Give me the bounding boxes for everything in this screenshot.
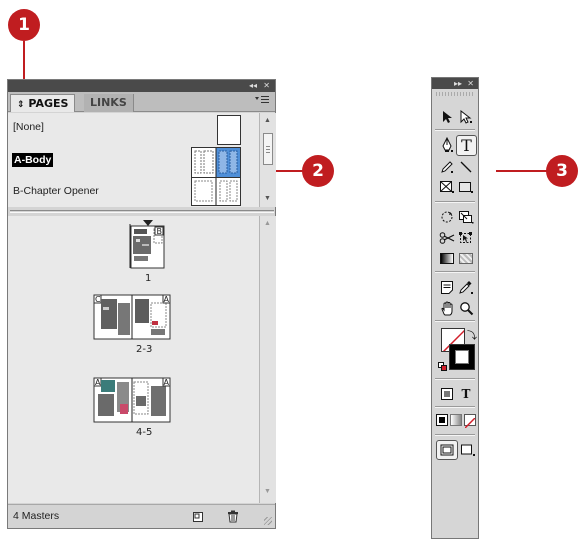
scale-tool-icon[interactable] — [456, 207, 476, 227]
separator — [435, 201, 475, 203]
separator — [435, 406, 475, 408]
pen-tool-icon[interactable] — [437, 135, 457, 155]
separator — [435, 378, 475, 380]
formatting-text-icon[interactable]: T — [456, 384, 476, 404]
tab-links-label: LINKS — [90, 96, 127, 109]
apply-color-icon[interactable] — [436, 414, 448, 426]
close-icon[interactable]: ✕ — [263, 80, 270, 92]
page-1-master-letter: B — [157, 227, 163, 236]
resize-grip-icon[interactable] — [264, 517, 272, 525]
master-b-chapter-opener[interactable]: B-Chapter Opener — [8, 177, 259, 207]
section-divider[interactable] — [10, 210, 274, 213]
masters-section: [None] A-Body B-Chapter Opener — [8, 113, 259, 207]
note-tool-icon[interactable] — [437, 277, 457, 297]
new-page-icon[interactable] — [192, 510, 204, 522]
callout-3: 3 — [546, 155, 578, 187]
default-colors-icon[interactable] — [438, 362, 447, 371]
tab-pages-label: PAGES — [28, 97, 69, 110]
type-tool-glyph: T — [461, 136, 472, 155]
scroll-down-icon[interactable]: ▼ — [264, 195, 271, 202]
callout-1: 1 — [8, 9, 40, 41]
normal-view-icon[interactable] — [436, 440, 458, 460]
pencil-tool-icon[interactable] — [437, 157, 457, 177]
callout-2: 2 — [302, 155, 334, 187]
svg-text:C: C — [95, 295, 101, 304]
tools-grip[interactable] — [436, 92, 474, 96]
line-tool-icon[interactable] — [456, 157, 476, 177]
selection-tool-icon[interactable] — [437, 107, 457, 127]
master-b-thumbnail[interactable] — [191, 177, 241, 206]
rectangle-tool-icon[interactable] — [456, 177, 476, 197]
master-a-body[interactable]: A-Body — [8, 147, 259, 178]
pages-section: B 1 C A 2-3 A A 4-5 — [8, 216, 259, 503]
formatting-container-icon[interactable] — [437, 384, 457, 404]
pages-scrollbar[interactable]: ▲ ▼ — [259, 216, 276, 503]
apply-gradient-icon[interactable] — [450, 414, 462, 426]
pages-scroll-up-icon[interactable]: ▲ — [264, 220, 271, 227]
separator — [435, 271, 475, 273]
page-1-label: 1 — [145, 273, 152, 284]
callout-1-label: 1 — [18, 15, 30, 35]
master-a-body-label: A-Body — [12, 153, 54, 167]
master-a-body-thumbnail[interactable] — [191, 147, 241, 178]
spread-4-5-label: 4-5 — [136, 427, 153, 438]
svg-text:A: A — [95, 378, 101, 387]
tools-panel: ▸▸ ✕ T ⤵ T — [431, 77, 479, 539]
tools-close-icon[interactable]: ✕ — [467, 78, 474, 90]
panel-tabs: ⇕ PAGES LINKS — [8, 92, 275, 112]
separator — [435, 434, 475, 436]
spread-4-5-master-letter: A — [164, 378, 170, 387]
master-none[interactable]: [None] — [8, 113, 259, 145]
scroll-thumb[interactable] — [263, 133, 273, 165]
callout-3-label: 3 — [556, 161, 568, 181]
stroke-swatch[interactable] — [449, 344, 475, 370]
master-none-label: [None] — [13, 121, 44, 133]
eyedropper-tool-icon[interactable] — [456, 277, 476, 297]
rotate-tool-icon[interactable] — [437, 207, 457, 227]
pages-panel-titlebar[interactable]: ◂◂ ✕ — [8, 80, 275, 92]
spread-2-3-label: 2-3 — [136, 344, 153, 355]
expand-icon[interactable]: ▸▸ — [454, 78, 462, 90]
master-none-thumbnail[interactable] — [217, 115, 241, 145]
direct-selection-tool-icon[interactable] — [456, 107, 476, 127]
rectangle-frame-tool-icon[interactable] — [437, 177, 457, 197]
zoom-tool-icon[interactable] — [456, 298, 476, 318]
type-tool-icon[interactable]: T — [456, 135, 477, 156]
callout-2-label: 2 — [312, 161, 324, 181]
tab-links[interactable]: LINKS — [84, 94, 134, 112]
pages-panel: ◂◂ ✕ ⇕ PAGES LINKS [None] A-Body B-Chapt… — [7, 79, 276, 529]
apply-none-icon[interactable] — [464, 414, 476, 429]
masters-count: 4 Masters — [13, 510, 60, 522]
page-1-thumbnail[interactable]: B — [128, 218, 168, 275]
spread-2-3-thumbnail[interactable]: C A — [92, 293, 172, 348]
spread-4-5-thumbnail[interactable]: A A — [92, 376, 172, 431]
spread-2-3-master-letter: A — [164, 295, 170, 304]
separator — [435, 320, 475, 322]
scroll-up-icon[interactable]: ▲ — [264, 117, 271, 124]
formatting-text-glyph: T — [461, 387, 471, 401]
fill-stroke-swatches[interactable]: ⤵ — [437, 326, 477, 372]
tab-grip-icon: ⇕ — [17, 100, 25, 110]
master-b-chapter-opener-label: B-Chapter Opener — [13, 185, 99, 197]
masters-scrollbar[interactable]: ▲ ▼ — [259, 113, 276, 207]
scissors-tool-icon[interactable] — [437, 228, 457, 248]
trash-icon[interactable] — [227, 510, 239, 523]
panel-footer: 4 Masters — [8, 504, 275, 528]
callout-3-line — [496, 170, 547, 172]
tab-pages[interactable]: ⇕ PAGES — [10, 94, 76, 112]
gradient-swatch-tool-icon[interactable] — [437, 248, 457, 268]
preview-mode-icon[interactable] — [458, 440, 478, 460]
collapse-icon[interactable]: ◂◂ — [249, 80, 257, 92]
tools-panel-titlebar[interactable]: ▸▸ ✕ — [432, 78, 478, 89]
pages-scroll-down-icon[interactable]: ▼ — [264, 488, 271, 495]
free-transform-tool-icon[interactable] — [456, 228, 476, 248]
panel-menu-icon[interactable] — [255, 95, 269, 108]
apply-color-row — [436, 412, 476, 429]
gradient-feather-tool-icon[interactable] — [456, 248, 476, 268]
swap-colors-icon[interactable]: ⤵ — [467, 327, 477, 342]
hand-tool-icon[interactable] — [437, 298, 457, 318]
separator — [435, 129, 475, 131]
